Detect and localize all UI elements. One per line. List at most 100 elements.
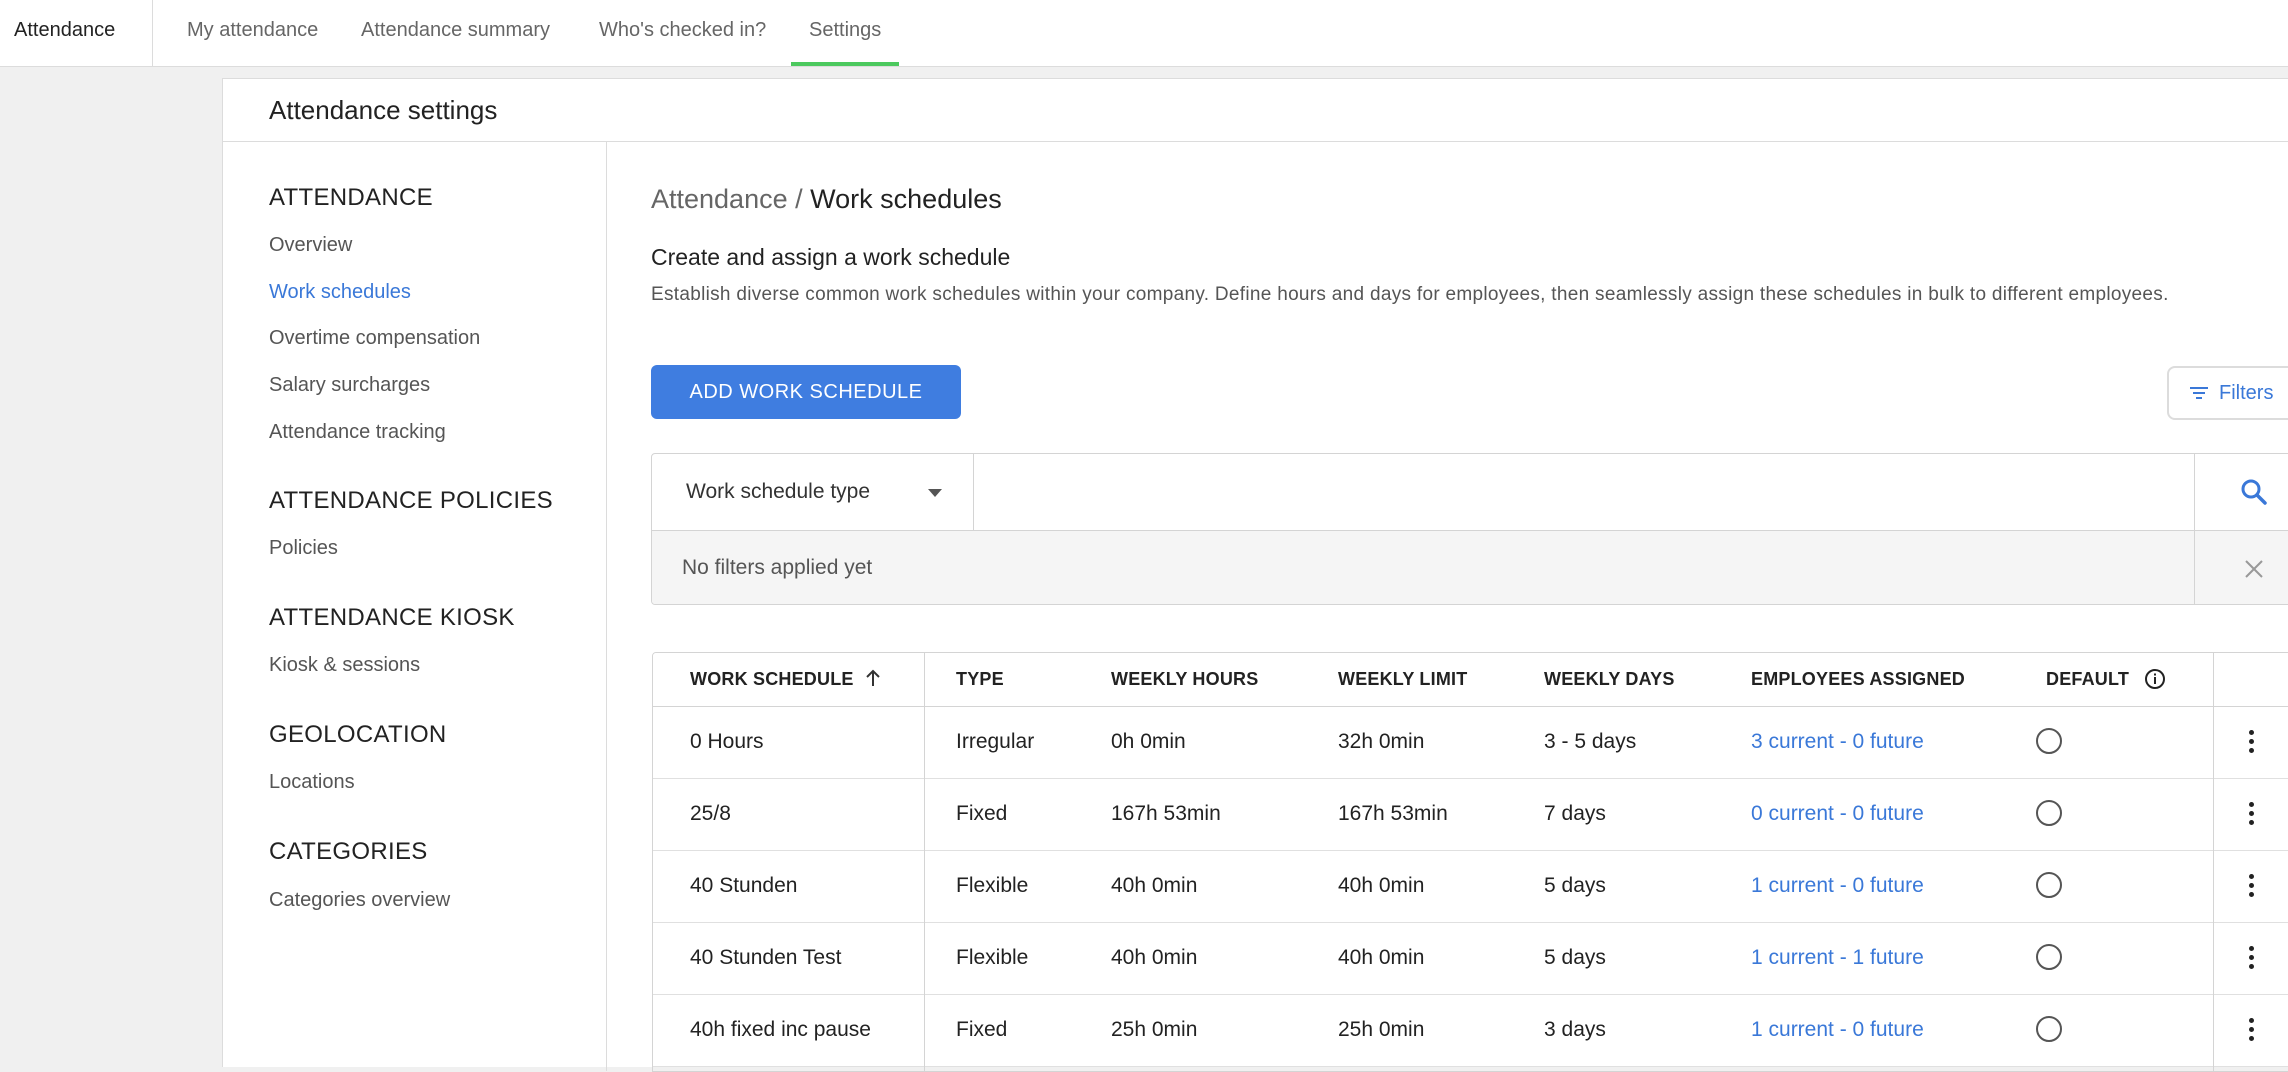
default-radio[interactable] bbox=[2036, 800, 2062, 826]
breadcrumb-current: Work schedules bbox=[810, 184, 1002, 214]
clear-filters-button[interactable] bbox=[2194, 531, 2288, 604]
section-description: Establish diverse common work schedules … bbox=[651, 284, 2169, 305]
default-radio[interactable] bbox=[2036, 1016, 2062, 1042]
table-row[interactable]: 40h fixed inc pause Fixed 25h 0min 25h 0min… bbox=[653, 994, 2288, 1067]
table-header: WORK SCHEDULE TYPE WEEKLY HOURS WEEKLY L… bbox=[653, 653, 2288, 707]
divider bbox=[606, 141, 607, 1071]
cell-work-schedule: 40h fixed inc pause bbox=[690, 1018, 871, 1041]
section-heading-geolocation: GEOLOCATION bbox=[269, 721, 447, 748]
column-header-type: TYPE bbox=[956, 669, 1004, 689]
more-options-icon[interactable] bbox=[2241, 944, 2261, 972]
section-heading-attendance-kiosk: ATTENDANCE KIOSK bbox=[269, 604, 515, 631]
work-schedules-table: WORK SCHEDULE TYPE WEEKLY HOURS WEEKLY L… bbox=[652, 652, 2288, 1072]
tab-settings[interactable]: Settings bbox=[790, 0, 900, 66]
cell-weekly-days: 5 days bbox=[1544, 874, 1606, 897]
column-header-default: DEFAULT bbox=[2046, 653, 2166, 706]
app-title[interactable]: Attendance bbox=[14, 0, 115, 60]
sidebar-item-kiosk-sessions[interactable]: Kiosk & sessions bbox=[269, 654, 420, 677]
more-options-icon[interactable] bbox=[2241, 872, 2261, 900]
cell-type: Irregular bbox=[956, 730, 1035, 753]
sidebar-item-locations[interactable]: Locations bbox=[269, 771, 355, 794]
cell-weekly-hours: 167h 53min bbox=[1111, 802, 1221, 825]
sidebar-item-salary-surcharges[interactable]: Salary surcharges bbox=[269, 374, 430, 397]
default-radio[interactable] bbox=[2036, 728, 2062, 754]
divider bbox=[223, 141, 2288, 142]
sidebar-item-attendance-tracking[interactable]: Attendance tracking bbox=[269, 421, 446, 444]
filters-button[interactable]: Filters bbox=[2167, 366, 2288, 420]
sidebar-item-work-schedules[interactable]: Work schedules bbox=[269, 281, 411, 304]
breadcrumb: Attendance / Work schedules bbox=[651, 184, 1002, 215]
sidebar-item-policies[interactable]: Policies bbox=[269, 537, 338, 560]
filter-icon bbox=[2190, 387, 2208, 399]
cell-work-schedule: 40 Stunden Test bbox=[690, 946, 842, 969]
table-row[interactable]: 0 Hours Irregular 0h 0min 32h 0min 3 - 5 day… bbox=[653, 706, 2288, 779]
close-icon bbox=[2245, 559, 2263, 578]
nav-divider bbox=[152, 0, 153, 66]
cell-employees-assigned[interactable]: 1 current - 0 future bbox=[1751, 850, 1924, 922]
cell-weekly-hours: 40h 0min bbox=[1111, 874, 1198, 897]
cell-work-schedule: 25/8 bbox=[690, 802, 731, 825]
cell-weekly-days: 5 days bbox=[1544, 946, 1606, 969]
more-options-icon[interactable] bbox=[2241, 728, 2261, 756]
cell-employees-assigned[interactable]: 3 current - 0 future bbox=[1751, 706, 1924, 778]
cell-weekly-days: 3 days bbox=[1544, 1018, 1606, 1041]
breadcrumb-parent[interactable]: Attendance bbox=[651, 184, 788, 214]
cell-type: Flexible bbox=[956, 874, 1029, 897]
table-row[interactable]: 25/8 Fixed 167h 53min 167h 53min 7 days 0 cur… bbox=[653, 778, 2288, 851]
default-radio[interactable] bbox=[2036, 872, 2062, 898]
top-nav: Attendance My attendance Attendance summ… bbox=[0, 0, 2288, 67]
add-work-schedule-button[interactable]: ADD WORK SCHEDULE bbox=[651, 365, 961, 419]
cell-weekly-days: 3 - 5 days bbox=[1544, 730, 1637, 753]
sidebar-item-overview[interactable]: Overview bbox=[269, 234, 352, 257]
sidebar-item-categories-overview[interactable]: Categories overview bbox=[269, 889, 450, 912]
search-icon bbox=[2241, 479, 2267, 505]
tab-attendance-summary[interactable]: Attendance summary bbox=[361, 0, 550, 60]
caret-down-icon bbox=[928, 489, 942, 497]
column-header-weekly-hours: WEEKLY HOURS bbox=[1111, 669, 1259, 689]
sort-ascending-icon bbox=[866, 669, 880, 686]
cell-weekly-limit: 32h 0min bbox=[1338, 730, 1425, 753]
cell-weekly-hours: 40h 0min bbox=[1111, 946, 1198, 969]
more-options-icon[interactable] bbox=[2241, 800, 2261, 828]
more-options-icon[interactable] bbox=[2241, 1016, 2261, 1044]
cell-weekly-limit: 40h 0min bbox=[1338, 874, 1425, 897]
section-heading-attendance-policies: ATTENDANCE POLICIES bbox=[269, 487, 553, 514]
tab-my-attendance[interactable]: My attendance bbox=[187, 0, 318, 60]
applied-filters-row: No filters applied yet bbox=[652, 530, 2288, 604]
search-input[interactable] bbox=[974, 454, 2194, 530]
cell-weekly-days: 7 days bbox=[1544, 802, 1606, 825]
type-select-label: Work schedule type bbox=[686, 480, 871, 503]
cell-type: Fixed bbox=[956, 802, 1008, 825]
breadcrumb-separator: / bbox=[795, 184, 803, 214]
default-radio[interactable] bbox=[2036, 944, 2062, 970]
panel-title: Attendance settings bbox=[269, 95, 498, 125]
column-header-work-schedule[interactable]: WORK SCHEDULE bbox=[690, 653, 881, 706]
column-header-weekly-days: WEEKLY DAYS bbox=[1544, 669, 1675, 689]
cell-weekly-limit: 40h 0min bbox=[1338, 946, 1425, 969]
column-divider bbox=[924, 653, 925, 1071]
cell-weekly-limit: 25h 0min bbox=[1338, 1018, 1425, 1041]
cell-type: Fixed bbox=[956, 1018, 1008, 1041]
column-header-weekly-limit: WEEKLY LIMIT bbox=[1338, 669, 1468, 689]
cell-weekly-limit: 167h 53min bbox=[1338, 802, 1448, 825]
search-button[interactable] bbox=[2194, 454, 2288, 530]
cell-work-schedule: 0 Hours bbox=[690, 730, 764, 753]
column-divider bbox=[2213, 653, 2214, 1071]
info-icon[interactable] bbox=[2144, 668, 2166, 690]
cell-employees-assigned[interactable]: 1 current - 1 future bbox=[1751, 922, 1924, 994]
column-header-employees-assigned: EMPLOYEES ASSIGNED bbox=[1751, 669, 1965, 689]
section-heading-attendance: ATTENDANCE bbox=[269, 184, 433, 211]
cell-work-schedule: 40 Stunden bbox=[690, 874, 798, 897]
work-schedule-type-select[interactable]: Work schedule type bbox=[652, 454, 974, 530]
table-row[interactable]: 40 Stunden Test Flexible 40h 0min 40h 0min 5… bbox=[653, 922, 2288, 995]
section-title: Create and assign a work schedule bbox=[651, 244, 1011, 270]
table-row[interactable]: 40 Stunden Flexible 40h 0min 40h 0min 5 days… bbox=[653, 850, 2288, 923]
no-filters-text: No filters applied yet bbox=[682, 556, 873, 579]
filters-label: Filters bbox=[2219, 381, 2274, 404]
cell-employees-assigned[interactable]: 0 current - 0 future bbox=[1751, 778, 1924, 850]
cell-weekly-hours: 25h 0min bbox=[1111, 1018, 1198, 1041]
tab-whos-checked-in[interactable]: Who's checked in? bbox=[599, 0, 766, 60]
cell-weekly-hours: 0h 0min bbox=[1111, 730, 1186, 753]
sidebar-item-overtime-compensation[interactable]: Overtime compensation bbox=[269, 327, 480, 350]
cell-employees-assigned[interactable]: 1 current - 0 future bbox=[1751, 994, 1924, 1066]
